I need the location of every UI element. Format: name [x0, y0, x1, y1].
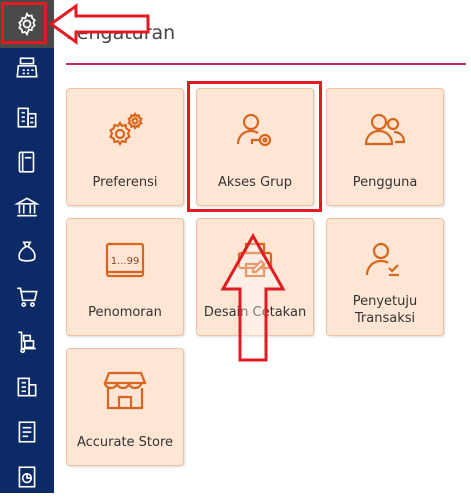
- tile-penyetuju-transaksi[interactable]: Penyetuju Transaksi: [326, 218, 444, 336]
- store-icon: [103, 371, 147, 410]
- sidebar: [0, 0, 54, 493]
- akses-grup-highlight-box: [187, 81, 322, 212]
- building-icon: [17, 107, 37, 128]
- sidebar-item-purchase[interactable]: [0, 277, 54, 317]
- sidebar-item-tax[interactable]: [0, 412, 54, 452]
- settings-highlight-box: [1, 2, 47, 44]
- sidebar-item-company[interactable]: [0, 97, 54, 137]
- tile-label: Penomoran: [88, 305, 162, 320]
- tile-preferensi[interactable]: Preferensi: [66, 88, 184, 206]
- tax-document-icon: [18, 421, 36, 443]
- numbering-icon: 1...99: [105, 242, 145, 278]
- sidebar-item-bank[interactable]: [0, 187, 54, 227]
- trolley-boxes-icon: [18, 331, 36, 354]
- up-arrow-annotation: [220, 233, 286, 362]
- sidebar-item-inventory[interactable]: [0, 322, 54, 362]
- sidebar-item-ledger[interactable]: [0, 142, 54, 182]
- left-arrow-annotation: [48, 3, 150, 45]
- title-divider: [66, 63, 466, 65]
- tile-label: Penyetuju Transaksi: [352, 294, 418, 326]
- cart-icon: [17, 287, 38, 308]
- tile-penomoran[interactable]: 1...99 Penomoran: [66, 218, 184, 336]
- svg-text:1...99: 1...99: [111, 256, 140, 267]
- tile-accurate-store[interactable]: Accurate Store: [66, 348, 184, 466]
- cash-register-icon: [16, 57, 38, 78]
- money-bag-icon: [18, 241, 36, 262]
- report-chart-icon: [18, 466, 36, 488]
- warehouse-icon: [17, 377, 37, 397]
- users-icon: [364, 113, 406, 146]
- sidebar-item-reports[interactable]: [0, 457, 54, 497]
- sidebar-item-warehouse[interactable]: [0, 367, 54, 407]
- sidebar-item-cash[interactable]: [0, 232, 54, 272]
- tile-label: Pengguna: [352, 175, 418, 190]
- tile-label: Accurate Store: [76, 435, 174, 450]
- sidebar-item-sales[interactable]: [0, 48, 54, 88]
- gears-icon: [109, 111, 143, 146]
- bank-icon: [14, 197, 40, 217]
- tile-pengguna[interactable]: Pengguna: [326, 88, 444, 206]
- book-icon: [18, 151, 35, 173]
- tile-label: Preferensi: [92, 175, 158, 190]
- user-approve-icon: [365, 242, 399, 277]
